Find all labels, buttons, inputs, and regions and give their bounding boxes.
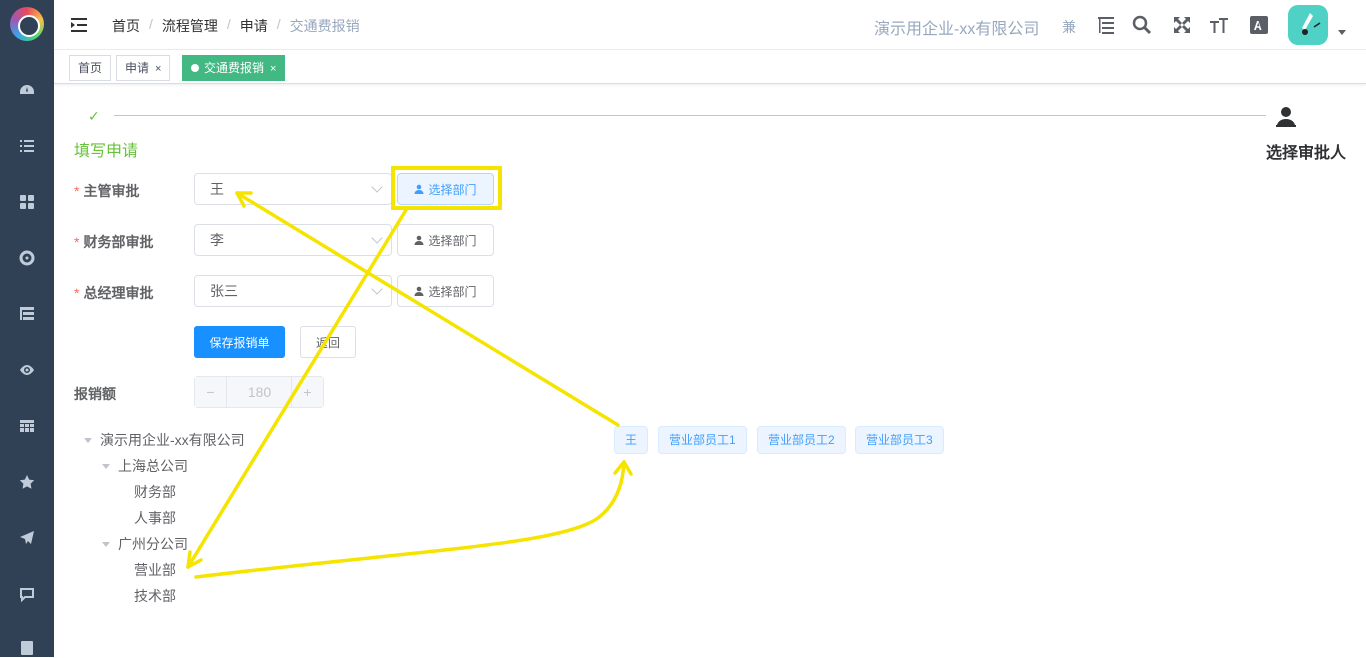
tree-node-hr[interactable]: 人事部 xyxy=(134,508,176,528)
amount-stepper[interactable]: − 180 + xyxy=(194,376,324,408)
highlight-box xyxy=(391,166,502,210)
check-icon: ✓ xyxy=(88,108,100,124)
gm-label: * 总经理审批 xyxy=(74,285,154,301)
caret-down-icon[interactable] xyxy=(84,437,92,443)
back-button[interactable]: 返回 xyxy=(300,326,356,358)
tree-node-root[interactable]: 演示用企业-xx有限公司 xyxy=(84,430,245,450)
user-icon xyxy=(1274,105,1298,132)
navbar: 首页 / 流程管理 / 申请 / 交通费报销 演示用企业-xx有限公司 兼 xyxy=(54,0,1366,50)
table-icon[interactable] xyxy=(17,416,37,436)
finance-label: * 财务部审批 xyxy=(74,234,154,250)
tag-apply[interactable]: 申请 × xyxy=(116,55,171,81)
amount-label: 报销额 xyxy=(74,386,116,402)
save-reimbursement-button[interactable]: 保存报销单 xyxy=(194,326,285,358)
breadcrumb-process[interactable]: 流程管理 xyxy=(162,16,218,36)
star-icon[interactable] xyxy=(17,472,37,492)
close-icon[interactable]: × xyxy=(270,63,276,75)
step-select-approver: 选择审批人 xyxy=(1266,145,1347,162)
step-fill-application: 填写申请 xyxy=(74,143,139,160)
tree-node-guangzhou[interactable]: 广州分公司 xyxy=(102,534,188,554)
breadcrumb-current: 交通费报销 xyxy=(289,18,360,34)
breadcrumb-apply[interactable]: 申请 xyxy=(240,16,268,36)
target-icon[interactable] xyxy=(17,248,37,268)
minus-button[interactable]: − xyxy=(195,377,227,407)
logo[interactable] xyxy=(10,7,44,41)
tags-view: 首页 申请 × 交通费报销 × xyxy=(54,50,1366,84)
main-content: ✓ 填写申请 选择审批人 * 主管审批 王 选择部门 * 财务部审批 李 选择部门 … xyxy=(54,85,1366,657)
chat-icon[interactable] xyxy=(17,584,37,604)
tree-list-icon[interactable] xyxy=(17,304,37,324)
chevron-down-icon xyxy=(371,283,383,295)
breadcrumb: 首页 / 流程管理 / 申请 / 交通费报销 xyxy=(112,16,360,36)
gm-select[interactable]: 张三 xyxy=(194,275,392,307)
list-icon[interactable] xyxy=(17,136,37,156)
role-text[interactable]: 兼 xyxy=(1062,17,1076,37)
send-icon[interactable] xyxy=(17,528,37,548)
tree-node-shanghai[interactable]: 上海总公司 xyxy=(102,456,188,476)
sidebar xyxy=(0,0,54,657)
chevron-down-icon[interactable] xyxy=(1338,30,1346,35)
chevron-down-icon xyxy=(371,181,383,193)
employee-tag[interactable]: 营业部员工3 xyxy=(855,426,944,454)
sitemap-icon[interactable] xyxy=(1096,15,1116,35)
dashboard-icon[interactable] xyxy=(17,80,37,100)
tag-transport-reimburse[interactable]: 交通费报销 × xyxy=(182,55,286,81)
employee-tag[interactable]: 营业部员工1 xyxy=(658,426,747,454)
tree-node-sales[interactable]: 营业部 xyxy=(134,560,176,580)
supervisor-select[interactable]: 王 xyxy=(194,173,392,205)
user-avatar[interactable] xyxy=(1288,5,1328,45)
font-size-icon[interactable] xyxy=(1209,15,1229,35)
finance-select[interactable]: 李 xyxy=(194,224,392,256)
user-icon xyxy=(414,286,424,296)
amount-value[interactable]: 180 xyxy=(228,377,291,407)
active-dot xyxy=(191,64,199,72)
breadcrumb-home[interactable]: 首页 xyxy=(112,16,140,36)
employee-tag[interactable]: 王 xyxy=(614,426,649,454)
book-icon[interactable] xyxy=(17,638,37,658)
employee-tag[interactable]: 营业部员工2 xyxy=(757,426,846,454)
caret-down-icon[interactable] xyxy=(102,463,110,469)
search-icon[interactable] xyxy=(1132,15,1152,35)
user-icon xyxy=(414,235,424,245)
tree-node-finance[interactable]: 财务部 xyxy=(134,482,176,502)
supervisor-label: * 主管审批 xyxy=(74,183,140,199)
hamburger-icon[interactable] xyxy=(69,15,89,35)
tree-node-tech[interactable]: 技术部 xyxy=(134,586,176,606)
grid-icon[interactable] xyxy=(17,192,37,212)
caret-down-icon[interactable] xyxy=(102,541,110,547)
company-name: 演示用企业-xx有限公司 xyxy=(874,21,1040,38)
plus-button[interactable]: + xyxy=(291,377,323,407)
step-line xyxy=(114,115,1266,116)
chevron-down-icon xyxy=(371,232,383,244)
translate-icon[interactable] xyxy=(1249,15,1269,35)
eye-icon[interactable] xyxy=(17,360,37,380)
gm-select-dept-button[interactable]: 选择部门 xyxy=(397,275,494,307)
close-icon[interactable]: × xyxy=(155,63,161,75)
finance-select-dept-button[interactable]: 选择部门 xyxy=(397,224,494,256)
tag-home[interactable]: 首页 xyxy=(69,55,112,81)
fullscreen-icon[interactable] xyxy=(1172,15,1192,35)
